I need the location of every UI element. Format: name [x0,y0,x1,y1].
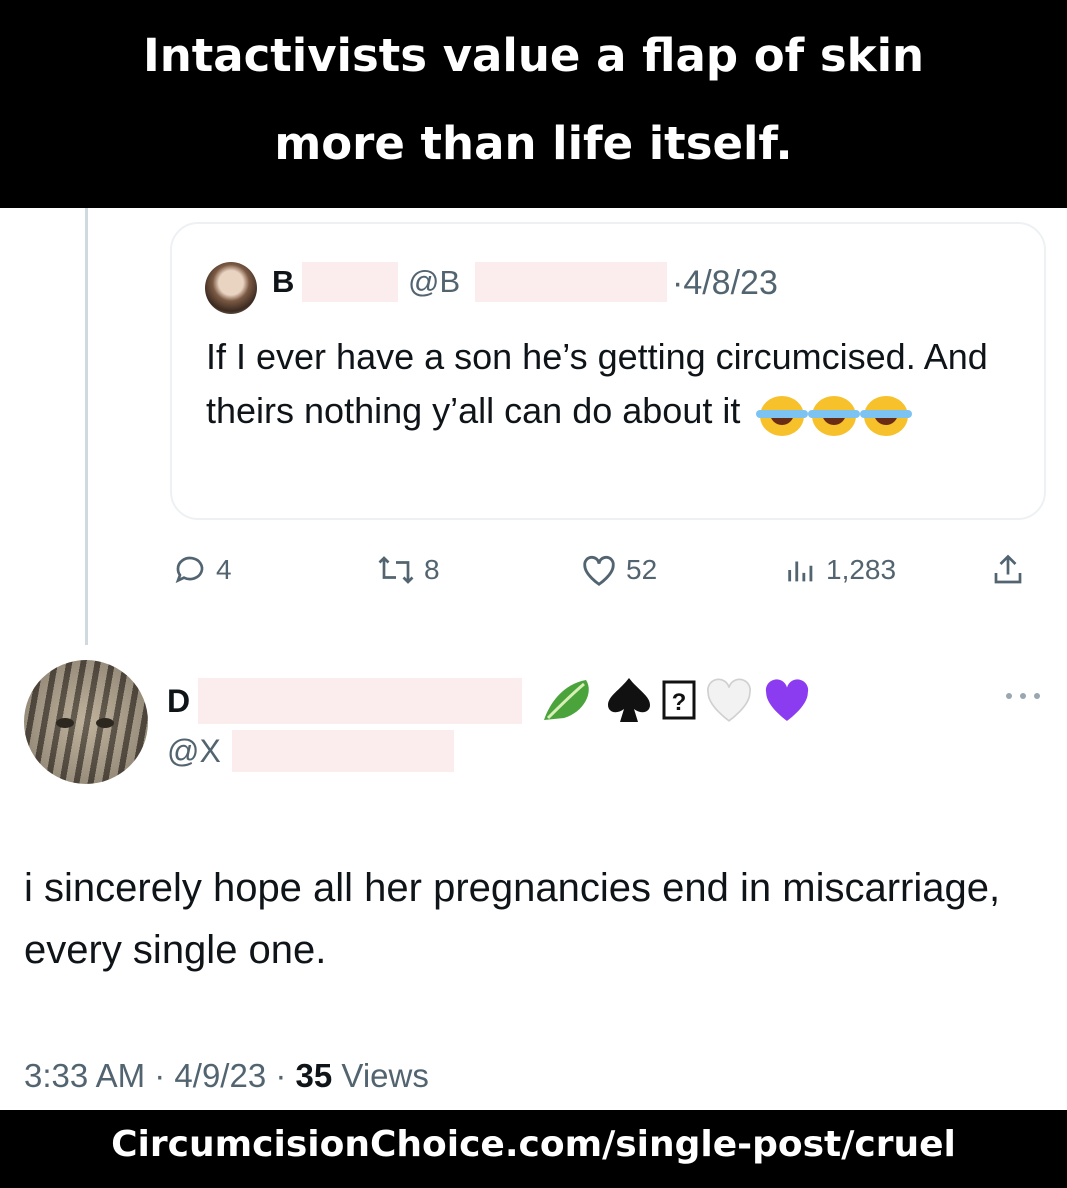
quoted-user-name[interactable]: B [272,264,294,300]
retweet-count: 8 [424,554,440,585]
reply-button[interactable]: 4 [172,548,232,592]
share-icon [994,554,1022,584]
banner-line-1: Intactivists value a flap of skin [142,29,925,82]
emoji-row [756,386,916,440]
laughing-tears-icon [756,395,809,436]
tweet-views-count: 35 [295,1057,333,1094]
views-count: 1,283 [826,554,897,585]
reply-tweet-meta: 3:33 AM · 4/9/23 · 35 Views [24,1057,429,1095]
footer-url: CircumcisionChoice.com/single-post/cruel [111,1124,956,1165]
quoted-tweet-date[interactable]: ·4/8/23 [672,264,778,303]
laughing-tears-icon [808,395,861,436]
spade-icon [608,678,650,722]
name-redaction [198,678,522,724]
reply-icon [175,556,204,584]
tweet-action-bar: 4 8 52 1,283 [0,548,1067,592]
svg-text:?: ? [672,689,687,716]
meta-separator: · [275,1057,287,1094]
quoted-user-handle[interactable]: @B [408,264,460,300]
share-button[interactable] [990,548,1026,592]
retweet-icon [378,556,414,584]
like-button[interactable]: 52 [580,548,657,592]
reply-user-handle[interactable]: @X [167,733,221,770]
reply-count: 4 [216,554,232,585]
more-options-icon[interactable] [1003,690,1043,702]
handle-redaction [232,730,454,772]
banner-line-2: more than life itself. [274,117,793,170]
views-button[interactable]: 1,283 [784,548,896,592]
white-heart-icon [707,678,751,722]
name-emojis: ? [540,672,812,728]
top-banner: Intactivists value a flap of skin more t… [0,0,1067,208]
retweet-button[interactable]: 8 [376,548,440,592]
reply-tweet-text: i sincerely hope all her pregnancies end… [24,866,1001,972]
laughing-tears-icon [860,395,913,436]
tweet-views-label: Views [341,1057,429,1094]
meta-separator: · [154,1057,166,1094]
footer-banner: CircumcisionChoice.com/single-post/cruel [0,1110,1067,1188]
views-chart-icon [788,561,813,582]
heart-icon [583,555,615,586]
handle-redaction [475,262,667,302]
tweet-date[interactable]: 4/9/23 [174,1057,266,1094]
like-count: 52 [626,554,658,585]
lettuce-icon [544,680,589,720]
reply-user-name[interactable]: D [167,683,190,720]
name-redaction [302,262,398,302]
quoted-user-avatar[interactable] [205,262,257,314]
purple-heart-icon [765,679,809,721]
quoted-tweet-text-block: If I ever have a son he’s getting circum… [206,330,1006,440]
reply-user-avatar[interactable] [24,660,148,784]
unknown-glyph-icon: ? [662,680,696,720]
tweet-time[interactable]: 3:33 AM [24,1057,145,1094]
